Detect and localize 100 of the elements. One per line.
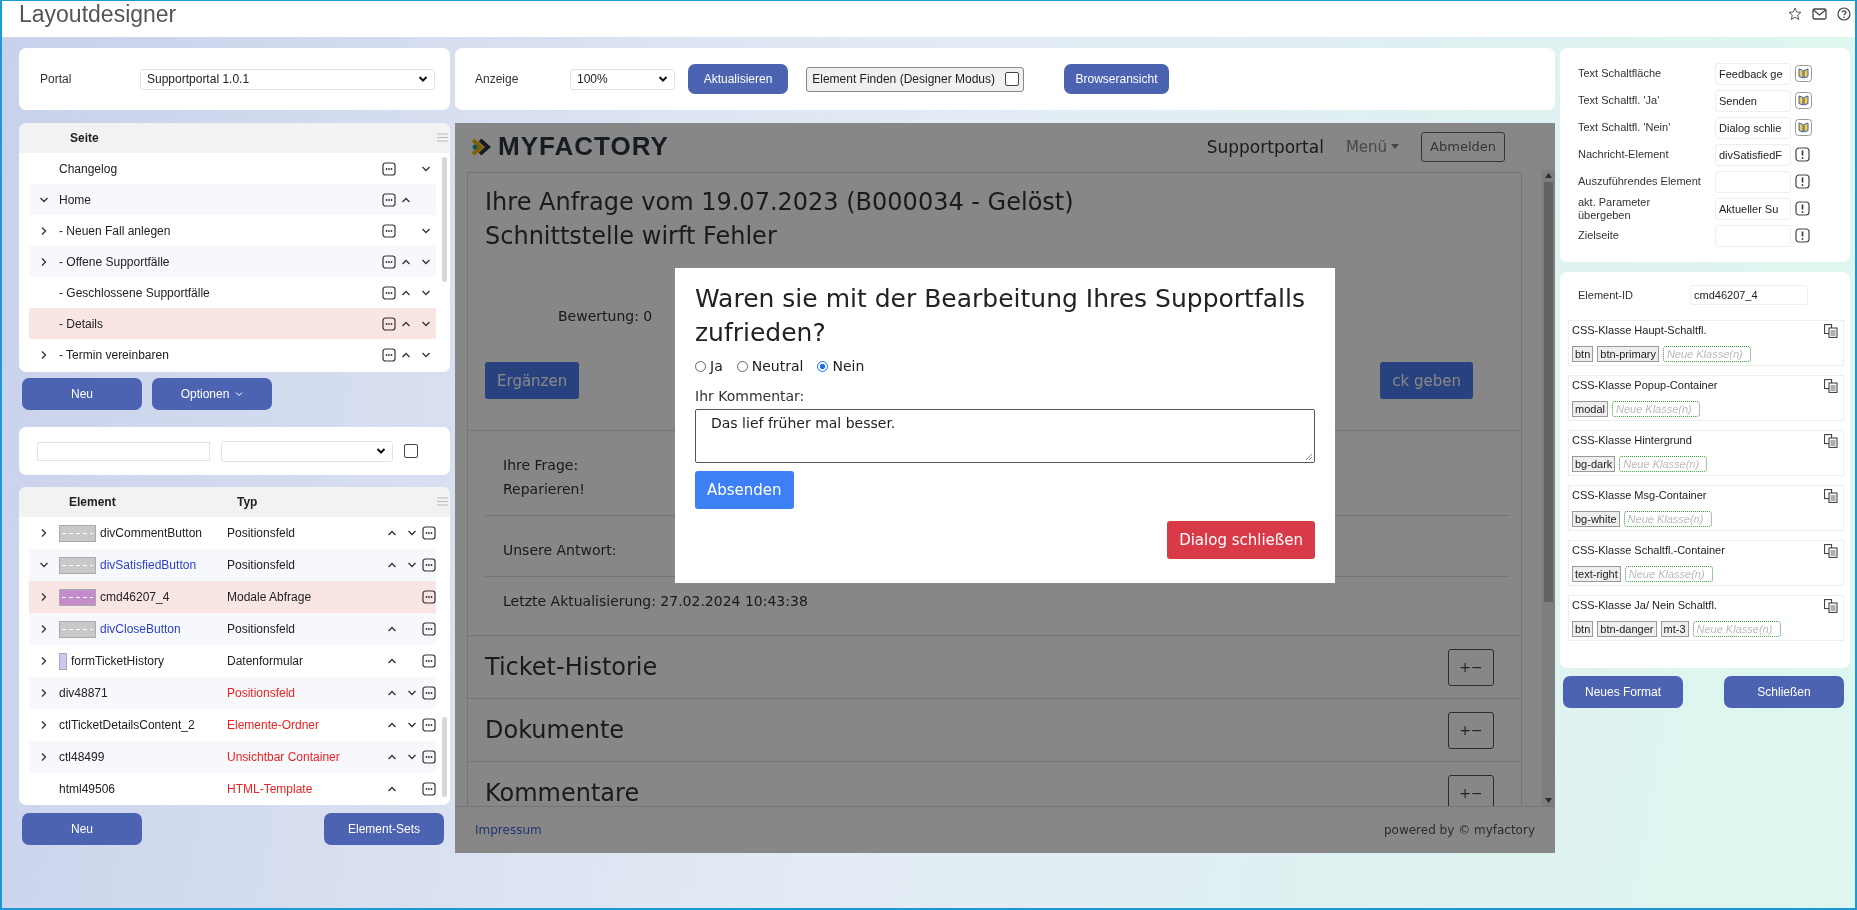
- exclamation-icon[interactable]: [1795, 201, 1810, 216]
- book-icon[interactable]: [1795, 119, 1812, 136]
- move-up-icon[interactable]: [387, 720, 397, 730]
- exclamation-icon[interactable]: [1795, 174, 1810, 189]
- move-up-icon[interactable]: [387, 688, 397, 698]
- refresh-button[interactable]: Aktualisieren: [688, 64, 788, 94]
- css-class-tag[interactable]: bg-dark: [1572, 456, 1616, 472]
- exclamation-icon[interactable]: [1795, 228, 1810, 243]
- copy-icon[interactable]: [1824, 379, 1838, 393]
- css-class-tag[interactable]: btn: [1572, 621, 1594, 637]
- css-class-tag[interactable]: bg-white: [1572, 511, 1620, 527]
- move-up-icon[interactable]: [387, 560, 397, 570]
- toggle-button[interactable]: +−: [1448, 774, 1494, 806]
- property-field[interactable]: Aktueller Su: [1715, 197, 1791, 220]
- new-class-field[interactable]: Neue Klasse(n): [1623, 511, 1712, 527]
- checkbox[interactable]: [404, 444, 418, 458]
- find-element-toggle[interactable]: Element Finden (Designer Modus): [806, 66, 1024, 92]
- more-icon[interactable]: [382, 285, 396, 300]
- arrow-up-icon[interactable]: [1545, 173, 1552, 178]
- more-icon[interactable]: [422, 622, 436, 636]
- more-icon[interactable]: [382, 347, 396, 362]
- chevron-icon[interactable]: [418, 75, 428, 83]
- footer-button[interactable]: Neues Format: [1563, 676, 1683, 708]
- move-down-icon[interactable]: [407, 752, 417, 762]
- css-class-tag[interactable]: btn: [1572, 346, 1594, 362]
- page-row[interactable]: Home: [29, 184, 436, 215]
- arrow-down-icon[interactable]: [1545, 798, 1552, 803]
- comment-field[interactable]: Das lief früher mal besser.: [695, 409, 1315, 463]
- new-class-field[interactable]: Neue Klasse(n): [1611, 401, 1700, 417]
- element-row[interactable]: ctl48499 Unsichtbar Container: [29, 741, 436, 773]
- toggle-button[interactable]: +−: [1448, 711, 1494, 749]
- element-button[interactable]: Neu: [22, 813, 142, 845]
- page-button[interactable]: Neu: [22, 378, 142, 410]
- more-icon[interactable]: [422, 558, 436, 572]
- more-icon[interactable]: [382, 316, 396, 331]
- element-id-field[interactable]: cmd46207_4: [1690, 285, 1808, 305]
- more-icon[interactable]: [422, 718, 436, 732]
- exclamation-icon[interactable]: [1795, 147, 1810, 162]
- element-row[interactable]: formTicketHistory Datenformular: [29, 645, 436, 677]
- new-class-field[interactable]: Neue Klasse(n): [1624, 566, 1713, 582]
- property-field[interactable]: Senden: [1715, 89, 1791, 112]
- copy-icon[interactable]: [1824, 434, 1838, 448]
- scrollbar[interactable]: [1542, 170, 1555, 806]
- css-class-tag[interactable]: btn-danger: [1597, 621, 1657, 637]
- move-up-icon[interactable]: [387, 752, 397, 762]
- copy-icon[interactable]: [1824, 544, 1838, 558]
- page-button[interactable]: Optionen: [152, 378, 272, 410]
- property-field[interactable]: Feedback ge: [1715, 62, 1791, 85]
- more-icon[interactable]: [422, 654, 436, 668]
- radio-option[interactable]: Neutral: [736, 358, 804, 374]
- move-down-icon[interactable]: [407, 720, 417, 730]
- move-up-icon[interactable]: [387, 656, 397, 666]
- caret-icon[interactable]: [235, 391, 244, 397]
- caret-icon[interactable]: [1391, 144, 1400, 149]
- page-row[interactable]: - Termin vereinbaren: [29, 339, 436, 370]
- resize-grip-icon[interactable]: [1305, 453, 1313, 461]
- new-class-field[interactable]: Neue Klasse(n): [1662, 346, 1751, 362]
- filter-field[interactable]: [37, 441, 210, 461]
- property-field[interactable]: Dialog schlie: [1715, 116, 1791, 139]
- element-row[interactable]: html49506 HTML-Template: [29, 773, 436, 805]
- browser-view-button[interactable]: Browseransicht: [1064, 64, 1169, 94]
- move-down-icon[interactable]: [407, 528, 417, 538]
- more-icon[interactable]: [382, 192, 396, 207]
- property-field[interactable]: divSatisfiedF: [1715, 143, 1791, 166]
- submit-button[interactable]: Absenden: [695, 471, 794, 509]
- footer-button[interactable]: Schließen: [1724, 676, 1844, 708]
- help-icon[interactable]: [1837, 7, 1851, 21]
- chevron-icon[interactable]: [658, 75, 668, 83]
- copy-icon[interactable]: [1824, 324, 1838, 338]
- css-class-tag[interactable]: text-right: [1572, 566, 1621, 582]
- css-class-tag[interactable]: modal: [1572, 401, 1608, 417]
- portal-select[interactable]: Supportportal 1.0.1: [140, 68, 435, 90]
- element-button[interactable]: Element-Sets: [324, 813, 444, 845]
- copy-icon[interactable]: [1824, 489, 1838, 503]
- move-down-icon[interactable]: [407, 560, 417, 570]
- page-row[interactable]: - Neuen Fall anlegen: [29, 215, 436, 246]
- page-row[interactable]: - Offene Supportfälle: [29, 246, 436, 277]
- new-class-field[interactable]: Neue Klasse(n): [1619, 456, 1708, 472]
- page-row[interactable]: Changelog: [29, 153, 436, 184]
- copy-icon[interactable]: [1824, 599, 1838, 613]
- more-icon[interactable]: [422, 750, 436, 764]
- close-dialog-button[interactable]: Dialog schließen: [1167, 521, 1315, 559]
- new-class-field[interactable]: Neue Klasse(n): [1692, 621, 1781, 637]
- toggle-button[interactable]: +−: [1448, 648, 1494, 686]
- star-icon[interactable]: [1788, 7, 1802, 21]
- chevron-icon[interactable]: [376, 447, 386, 455]
- css-class-tag[interactable]: mt-3: [1660, 621, 1689, 637]
- radio-option[interactable]: Nein: [817, 358, 865, 374]
- zoom-select[interactable]: 100%: [570, 68, 675, 90]
- more-icon[interactable]: [422, 526, 436, 540]
- more-icon[interactable]: [382, 254, 396, 269]
- element-row[interactable]: divCloseButton Positionsfeld: [29, 613, 436, 645]
- more-icon[interactable]: [422, 782, 436, 796]
- element-row[interactable]: divSatisfiedButton Positionsfeld: [29, 549, 436, 581]
- element-row[interactable]: div48871 Positionsfeld: [29, 677, 436, 709]
- element-row[interactable]: divCommentButton Positionsfeld: [29, 517, 436, 549]
- scrollbar[interactable]: [442, 157, 447, 282]
- move-up-icon[interactable]: [387, 624, 397, 634]
- radio-option[interactable]: Ja: [695, 358, 723, 374]
- more-icon[interactable]: [422, 590, 436, 604]
